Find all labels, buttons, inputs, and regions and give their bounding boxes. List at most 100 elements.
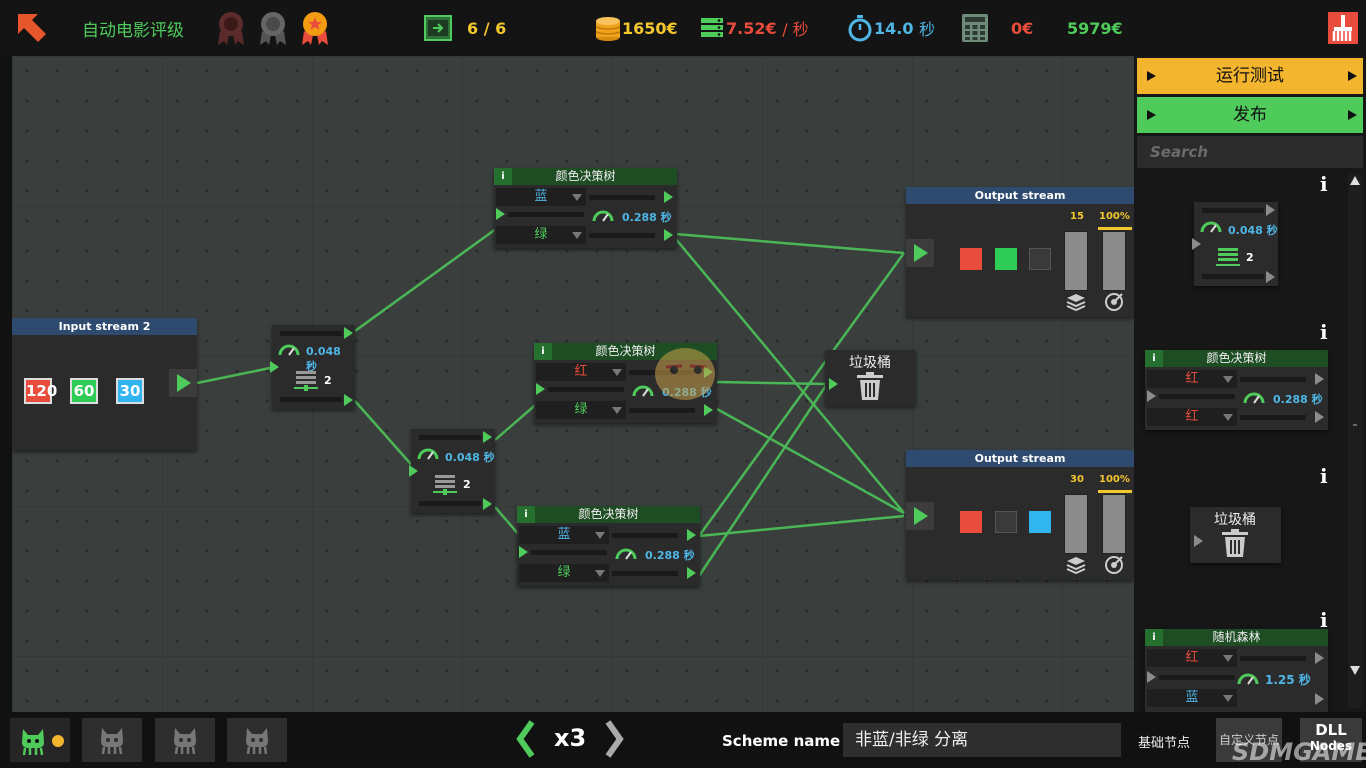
play-icon	[1147, 110, 1156, 120]
wire	[354, 224, 501, 333]
splitter-node-1[interactable]: 0.048 秒 2	[270, 325, 355, 409]
output-port-play[interactable]	[169, 369, 197, 397]
task-counter: 6 / 6	[467, 18, 507, 38]
library-splitter-node[interactable]: 0.048 秒 2	[1192, 202, 1278, 286]
condition-dropdown-1: 红	[1147, 370, 1237, 388]
output-port-2[interactable]	[483, 498, 492, 510]
gauge-icon	[1200, 221, 1222, 233]
condition-dropdown-1: 红	[1147, 649, 1237, 667]
condition-dropdown-2[interactable]: 绿	[496, 226, 586, 244]
info-icon[interactable]: i	[1320, 320, 1328, 344]
slot-2[interactable]	[155, 718, 215, 762]
progress-bar	[1159, 394, 1235, 399]
input-port[interactable]	[519, 546, 528, 558]
run-test-button[interactable]: 运行测试	[1137, 58, 1363, 94]
splitter-count: 2	[1246, 251, 1254, 264]
condition-dropdown-2[interactable]: 绿	[536, 401, 626, 419]
input-port[interactable]	[829, 378, 838, 390]
list-icon	[1216, 248, 1240, 266]
node-canvas[interactable]: Input stream 2 120 60 30 0.048 秒 2 0.048…	[12, 56, 1134, 712]
output-port-2[interactable]	[664, 229, 673, 241]
progress-bar	[589, 233, 655, 238]
input-stream-node[interactable]: Input stream 2 120 60 30	[12, 318, 197, 450]
list-icon	[294, 371, 318, 391]
output-port-2[interactable]	[687, 567, 696, 579]
library-trash-node[interactable]: 垃圾桶	[1190, 507, 1281, 563]
splitter-speed: 0.048 秒	[306, 345, 341, 373]
clear-broom-button[interactable]	[1328, 0, 1358, 56]
chevron-right-icon[interactable]	[604, 720, 624, 758]
gauge-icon	[632, 385, 654, 397]
cost-value: 0 €	[1011, 18, 1034, 38]
wire	[196, 364, 281, 385]
library-scrollbar[interactable]	[1348, 174, 1362, 708]
output-port-1[interactable]	[483, 431, 492, 443]
publish-button[interactable]: 发布	[1137, 97, 1363, 133]
input-port[interactable]	[536, 383, 545, 395]
input-port-play[interactable]	[906, 239, 934, 267]
chevron-left-icon[interactable]	[516, 720, 536, 758]
info-icon[interactable]: i	[1320, 172, 1328, 196]
input-port[interactable]	[496, 208, 505, 220]
input-port-play[interactable]	[906, 502, 934, 530]
scheme-name-input[interactable]: 非蓝/非绿 分离	[843, 723, 1121, 757]
scroll-up-icon[interactable]	[1350, 176, 1360, 185]
color-slot-3	[1029, 511, 1051, 533]
decision-tree-node-bottom[interactable]: 颜色决策树 i 蓝 0.288 秒 绿	[517, 506, 700, 586]
output-port-2[interactable]	[704, 404, 713, 416]
back-arrow-icon[interactable]	[14, 0, 50, 56]
output-port-1[interactable]	[664, 191, 673, 203]
input-item-blue: 30	[116, 378, 144, 404]
condition-dropdown-1[interactable]: 红	[536, 363, 626, 381]
search-input[interactable]: Search	[1137, 136, 1363, 168]
trash-icon	[857, 372, 883, 400]
library-decision-tree-node[interactable]: 颜色决策树 i 红 0.288 秒 红	[1145, 350, 1328, 430]
scroll-down-icon[interactable]	[1350, 666, 1360, 675]
decision-tree-node-top[interactable]: 颜色决策树 i 蓝 0.288 秒 绿	[494, 168, 677, 248]
output-count: 15	[1070, 211, 1084, 222]
library-random-forest-node[interactable]: 随机森林 i 红 1.25 秒 蓝	[1145, 629, 1328, 712]
progress-bar	[1202, 208, 1264, 213]
input-port[interactable]	[270, 361, 279, 373]
output-port-1[interactable]	[344, 327, 353, 339]
slot-active[interactable]	[10, 718, 70, 762]
count-bar	[1064, 231, 1088, 291]
coins-icon	[594, 0, 622, 56]
condition-dropdown-2[interactable]: 绿	[519, 564, 609, 582]
output-stream-title: Output stream	[906, 450, 1134, 467]
calculator-icon	[962, 0, 988, 56]
list-icon	[433, 475, 457, 495]
output-stream-node-1[interactable]: Output stream 15 100%	[906, 187, 1134, 317]
output-port-2[interactable]	[344, 394, 353, 406]
info-icon[interactable]: i	[534, 343, 552, 360]
input-port	[1192, 238, 1201, 250]
octocat-icon	[101, 728, 123, 755]
trash-node[interactable]: 垃圾桶	[825, 350, 916, 406]
wire	[354, 400, 418, 472]
status-dot	[52, 735, 64, 747]
condition-dropdown-1[interactable]: 蓝	[519, 526, 609, 544]
progress-bar	[419, 435, 481, 440]
trash-label: 垃圾桶	[1214, 512, 1256, 528]
slot-3[interactable]	[227, 718, 287, 762]
slot-1[interactable]	[82, 718, 142, 762]
info-icon[interactable]: i	[517, 506, 535, 523]
input-port[interactable]	[409, 465, 418, 477]
splitter-node-2[interactable]: 0.048 秒 2	[409, 429, 495, 513]
info-icon[interactable]: i	[494, 168, 512, 185]
output-port-1[interactable]	[687, 529, 696, 541]
condition-dropdown-1[interactable]: 蓝	[496, 188, 586, 206]
output-stream-node-2[interactable]: Output stream 30 100%	[906, 450, 1134, 580]
gauge-icon	[1237, 673, 1259, 685]
color-slot-2	[995, 248, 1017, 270]
target-icon	[1105, 556, 1123, 574]
percent-bar	[1102, 494, 1126, 554]
percent-underline	[1098, 490, 1132, 493]
color-slot-1	[960, 511, 982, 533]
info-icon: i	[1145, 629, 1163, 646]
progress-bar	[508, 212, 584, 217]
scroll-thumb[interactable]	[1353, 424, 1357, 426]
tab-basic-nodes[interactable]: 基础节点	[1138, 732, 1190, 751]
info-icon[interactable]: i	[1320, 464, 1328, 488]
coins-value: 1650 €	[622, 18, 678, 38]
